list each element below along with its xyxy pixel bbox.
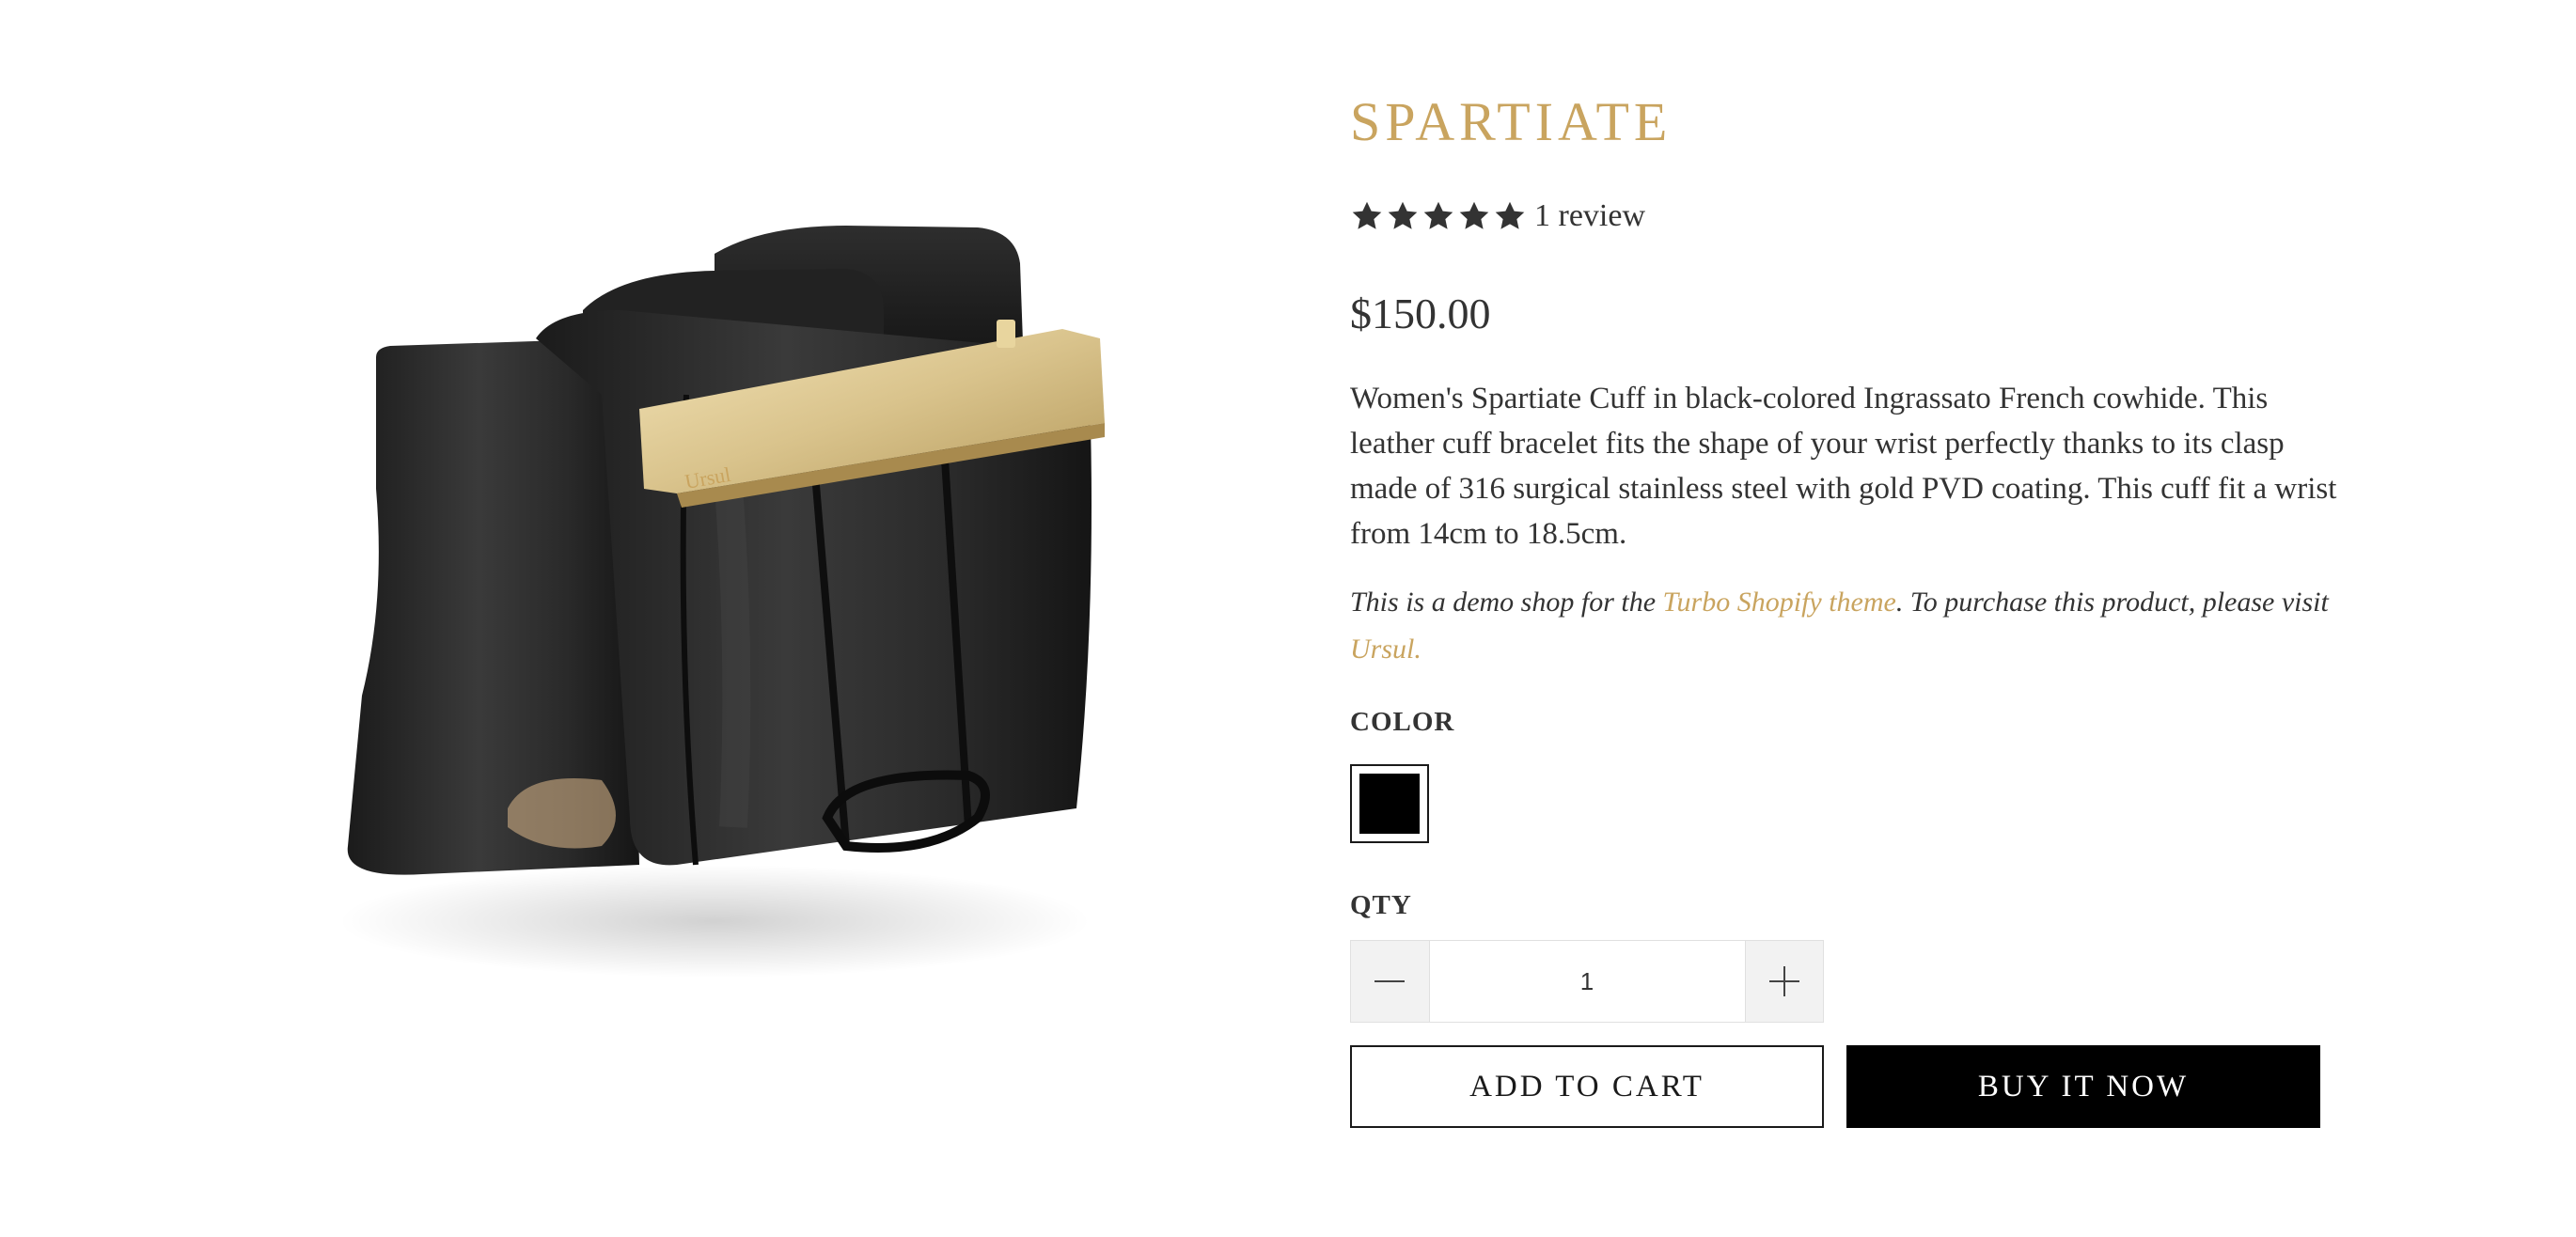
product-description: Women's Spartiate Cuff in black-colored …	[1350, 382, 2337, 551]
product-title: SPARTIATE	[1350, 91, 1673, 152]
leather-cuff-bracelet-image: Ursul	[338, 226, 1105, 978]
demo-shop-note: This is a demo shop for the Turbo Shopif…	[1350, 579, 2356, 673]
color-swatch-black[interactable]	[1350, 764, 1429, 843]
quantity-stepper	[1350, 940, 1824, 1023]
star-icon	[1422, 199, 1455, 233]
rating-stars	[1350, 199, 1527, 233]
qty-label: QTY	[1350, 890, 1412, 920]
product-image[interactable]: Ursul	[320, 207, 1138, 987]
demo-note-middle: . To purchase this product, please visit	[1895, 587, 2329, 618]
product-page: Ursul SPARTIATE 1 review $150.00 Women's…	[0, 0, 2576, 1237]
add-to-cart-button[interactable]: ADD TO CART	[1350, 1045, 1824, 1128]
review-count-link[interactable]: 1 review	[1534, 198, 1645, 234]
qty-input[interactable]	[1428, 941, 1746, 1022]
star-icon	[1350, 199, 1384, 233]
qty-decrease-button[interactable]	[1351, 941, 1429, 1022]
star-icon	[1457, 199, 1491, 233]
color-label: COLOR	[1350, 707, 1455, 737]
star-icon	[1493, 199, 1527, 233]
star-icon	[1386, 199, 1420, 233]
product-price: $150.00	[1350, 290, 1491, 337]
ursul-link[interactable]: Ursul.	[1350, 634, 1422, 665]
product-rating[interactable]: 1 review	[1350, 196, 2356, 237]
turbo-theme-link[interactable]: Turbo Shopify theme	[1663, 587, 1896, 618]
qty-increase-button[interactable]	[1745, 941, 1823, 1022]
purchase-buttons: ADD TO CART BUY IT NOW	[1350, 1045, 2356, 1128]
minus-icon	[1374, 980, 1406, 982]
swatch-fill	[1359, 774, 1420, 834]
plus-icon	[1768, 966, 1799, 996]
demo-note-prefix: This is a demo shop for the	[1350, 587, 1663, 618]
product-details: SPARTIATE 1 review $150.00 Women's Spart…	[1350, 85, 2356, 1128]
buy-it-now-button[interactable]: BUY IT NOW	[1846, 1045, 2320, 1128]
